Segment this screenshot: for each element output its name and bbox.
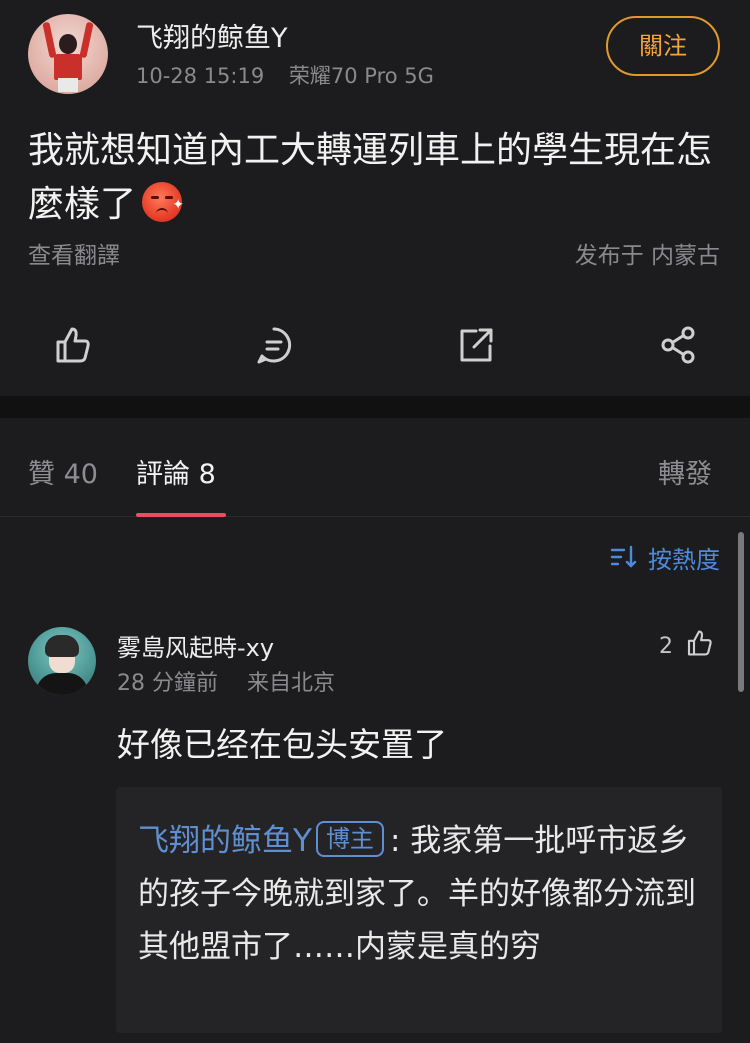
post-device: 荣耀70 Pro 5G [288,64,434,88]
commenter-name[interactable]: 雾島风起時-xy [117,628,274,663]
comment-text: 好像已经在包头安置了 [117,725,447,764]
tab-reposts[interactable]: 轉發 [658,452,712,491]
post-location: 发布于 内蒙古 [574,243,720,269]
author-avatar[interactable] [28,14,108,94]
angry-face-emoji-icon: ✦ [142,182,184,222]
section-divider [0,396,750,418]
repost-icon[interactable] [456,324,496,366]
quoted-user[interactable]: 飞翔的鲸鱼Y [138,823,312,859]
post-text: 我就想知道內工大轉運列車上的學生現在怎麼樣了 ✦ [28,124,728,232]
post-card: 飞翔的鲸鱼Y 10-28 15:19 荣耀70 Pro 5G 關注 我就想知道內… [0,0,750,396]
tab-comments[interactable]: 評論 8 [136,452,216,491]
post-meta: 10-28 15:19 荣耀70 Pro 5G [136,60,434,90]
quoted-reply-text: 飞翔的鲸鱼Y 博主: 我家第一批呼市返乡的孩子今晚就到家了。羊的好像都分流到其他盟… [138,815,708,974]
quote-separator: : [389,823,411,859]
comment-meta: 28 分鐘前 来自北京 [117,665,335,697]
comment-location: 来自北京 [247,671,336,696]
post-datetime: 10-28 15:19 [136,64,265,88]
sort-label: 按熱度 [648,546,720,574]
comment-like-button[interactable]: 2 [659,628,714,659]
share-icon[interactable] [658,324,698,366]
quoted-reply[interactable]: 飞翔的鲸鱼Y 博主: 我家第一批呼市返乡的孩子今晚就到家了。羊的好像都分流到其他盟… [116,787,722,1033]
sort-button[interactable]: 按熱度 [610,540,720,576]
comment-like-count: 2 [659,634,673,659]
comment-time: 28 分鐘前 [117,671,218,696]
author-name[interactable]: 飞翔的鲸鱼Y [136,16,288,55]
thumbs-up-icon [687,630,712,656]
scrollbar[interactable] [738,532,744,692]
tab-bar: 贊 40 評論 8 轉發 [0,418,750,517]
tab-likes[interactable]: 贊 40 [28,452,98,491]
commenter-avatar[interactable] [28,627,96,695]
active-tab-indicator [136,513,226,517]
post-body: 我就想知道內工大轉運列車上的學生現在怎麼樣了 [28,130,713,225]
author-badge: 博主 [315,821,384,857]
comment-icon[interactable] [254,324,294,366]
follow-button[interactable]: 關注 [606,16,720,76]
sort-icon [610,544,640,576]
translate-link[interactable]: 查看翻譯 [28,236,120,270]
like-icon[interactable] [52,324,92,366]
